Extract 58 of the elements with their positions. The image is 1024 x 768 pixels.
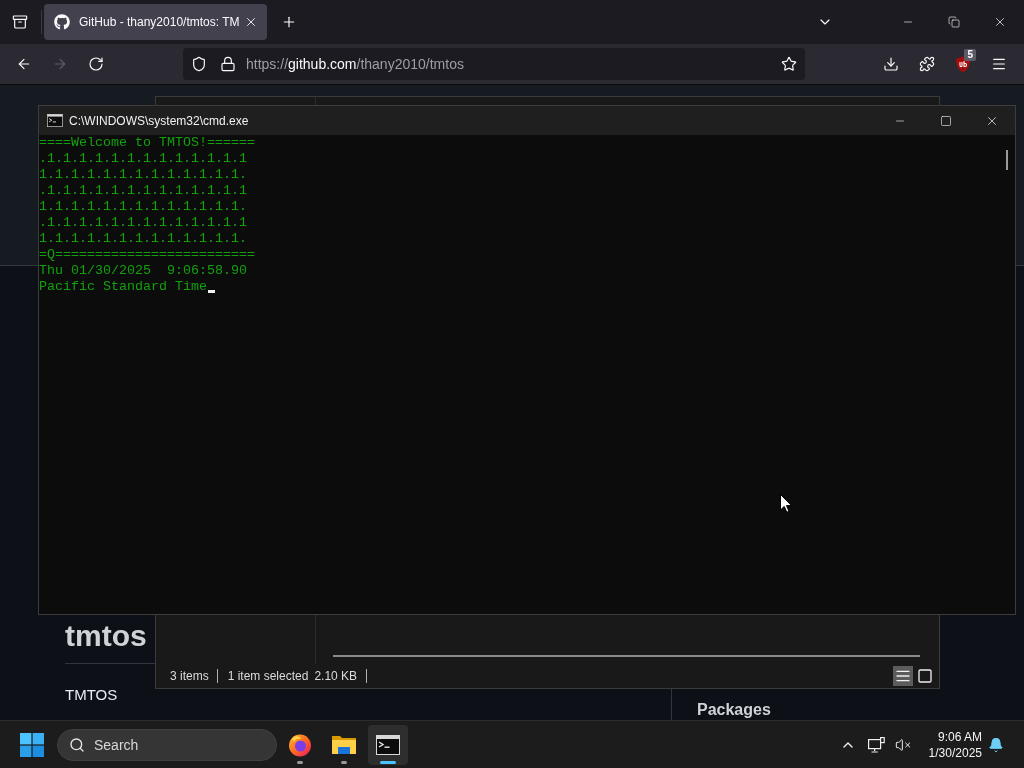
extension-button[interactable]: 5: [947, 48, 979, 80]
window-title: C:\WINDOWS\system32\cmd.exe: [69, 112, 249, 130]
browser-logo-icon: [288, 732, 312, 757]
list-icon: [895, 668, 911, 684]
console-line: Thu 01/30/2025 9:06:58.90: [39, 263, 247, 279]
console-line: 1.1.1.1.1.1.1.1.1.1.1.1.1.: [39, 199, 247, 215]
console-line: ====Welcome to TMTOS!======: [39, 135, 255, 151]
section-heading: Packages: [697, 700, 771, 720]
terminal-icon: [47, 114, 63, 127]
status-text: 3 items: [170, 668, 209, 685]
console-line: 1.1.1.1.1.1.1.1.1.1.1.1.1.: [39, 231, 247, 247]
running-indicator-icon: [341, 760, 347, 764]
speaker-muted-icon: [894, 736, 911, 753]
extension-count-badge: 5: [964, 49, 976, 61]
console-line: .1.1.1.1.1.1.1.1.1.1.1.1.1: [39, 183, 247, 199]
running-indicator-icon: [380, 760, 396, 764]
shield-icon: [191, 56, 207, 72]
console-line: Pacific Standard Time: [39, 279, 207, 295]
plus-icon: [281, 14, 297, 30]
monitor-icon: [868, 736, 886, 753]
view-toggle-button[interactable]: [893, 666, 913, 686]
view-toggle-button[interactable]: [915, 666, 935, 686]
horizontal-scrollbar[interactable]: [333, 655, 920, 657]
folder-icon: [331, 733, 357, 756]
mouse-pointer-icon: [780, 494, 792, 513]
running-indicator-icon: [297, 760, 303, 764]
console-line: =Q=========================: [39, 247, 255, 263]
clock-button[interactable]: 9:06 AM 1/30/2025: [928, 728, 982, 761]
reload-icon: [88, 56, 104, 72]
vertical-scrollbar[interactable]: [1006, 150, 1008, 170]
close-icon: [993, 15, 1007, 29]
about-title: TMTOS: [65, 685, 118, 705]
menu-icon: [991, 56, 1007, 72]
status-text: 2.10 KB: [314, 668, 358, 685]
browser-tab[interactable]: GitHub - thany2010/tmtos: TM: [44, 4, 267, 40]
terminal-icon: [376, 734, 400, 755]
puzzle-icon: [919, 56, 935, 72]
arrow-right-icon: [52, 56, 68, 72]
start-logo-icon: [20, 732, 44, 757]
console-line: .1.1.1.1.1.1.1.1.1.1.1.1.1: [39, 215, 247, 231]
maximize-icon: [940, 114, 952, 127]
address-field[interactable]: https://github.com/thany2010/tmtos: [246, 53, 775, 75]
restore-icon: [948, 16, 960, 28]
close-icon: [244, 15, 258, 29]
notification-bell-icon: [988, 736, 1004, 753]
repository-title: tmtos: [65, 618, 147, 654]
square-icon: [917, 668, 933, 684]
lock-icon: [220, 56, 236, 72]
taskbar-app-button[interactable]: [368, 724, 408, 765]
status-text: 1 item selected: [227, 668, 309, 685]
console-line: 1.1.1.1.1.1.1.1.1.1.1.1.1.: [39, 167, 247, 183]
search-icon: [69, 736, 85, 753]
console-line: .1.1.1.1.1.1.1.1.1.1.1.1.1: [39, 151, 247, 167]
github-logo-icon: [54, 14, 70, 30]
search-field[interactable]: Search: [57, 728, 277, 761]
box-icon: [12, 14, 28, 30]
download-icon: [883, 56, 899, 72]
star-icon: [781, 56, 797, 72]
